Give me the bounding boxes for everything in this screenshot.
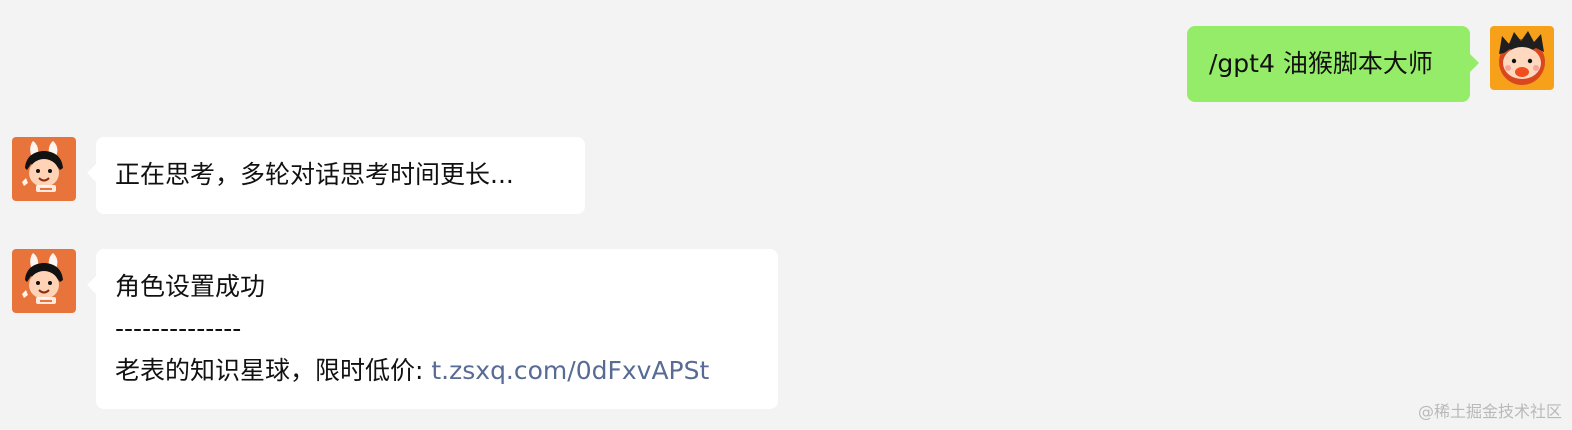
watermark-text: @稀土掘金技术社区 <box>1417 402 1562 421</box>
bot-message-thinking-text: 正在思考，多轮对话思考时间更长... <box>115 160 514 189</box>
bot-message-bubble-thinking[interactable]: 正在思考，多轮对话思考时间更长... <box>87 137 585 214</box>
bunny-ear-kid-avatar-icon <box>12 249 76 313</box>
user-message-text: /gpt4 油猴脚本大师 <box>1209 49 1433 78</box>
chat-area: /gpt4 油猴脚本大师 正在思考，多轮对话思考时间更长... 角色设置成功 -… <box>0 0 1572 430</box>
separator-text: -------------- <box>115 314 242 343</box>
cartoon-boy-avatar-icon <box>1490 26 1554 90</box>
bunny-ear-kid-avatar-icon <box>12 137 76 201</box>
bot-avatar-icon-2[interactable] <box>12 249 76 313</box>
promo-prefix-text: 老表的知识星球，限时低价: <box>115 356 432 385</box>
user-avatar-icon[interactable] <box>1490 26 1554 90</box>
user-message-bubble[interactable]: /gpt4 油猴脚本大师 <box>1187 26 1479 102</box>
promo-link[interactable]: t.zsxq.com/0dFxvAPSt <box>431 356 709 385</box>
bot-message-bubble-success[interactable]: 角色设置成功 -------------- 老表的知识星球，限时低价: t.zs… <box>87 249 778 409</box>
role-setup-success-text: 角色设置成功 <box>115 272 266 301</box>
promo-line: 老表的知识星球，限时低价: t.zsxq.com/0dFxvAPSt <box>115 354 778 396</box>
bot-avatar-icon[interactable] <box>12 137 76 201</box>
